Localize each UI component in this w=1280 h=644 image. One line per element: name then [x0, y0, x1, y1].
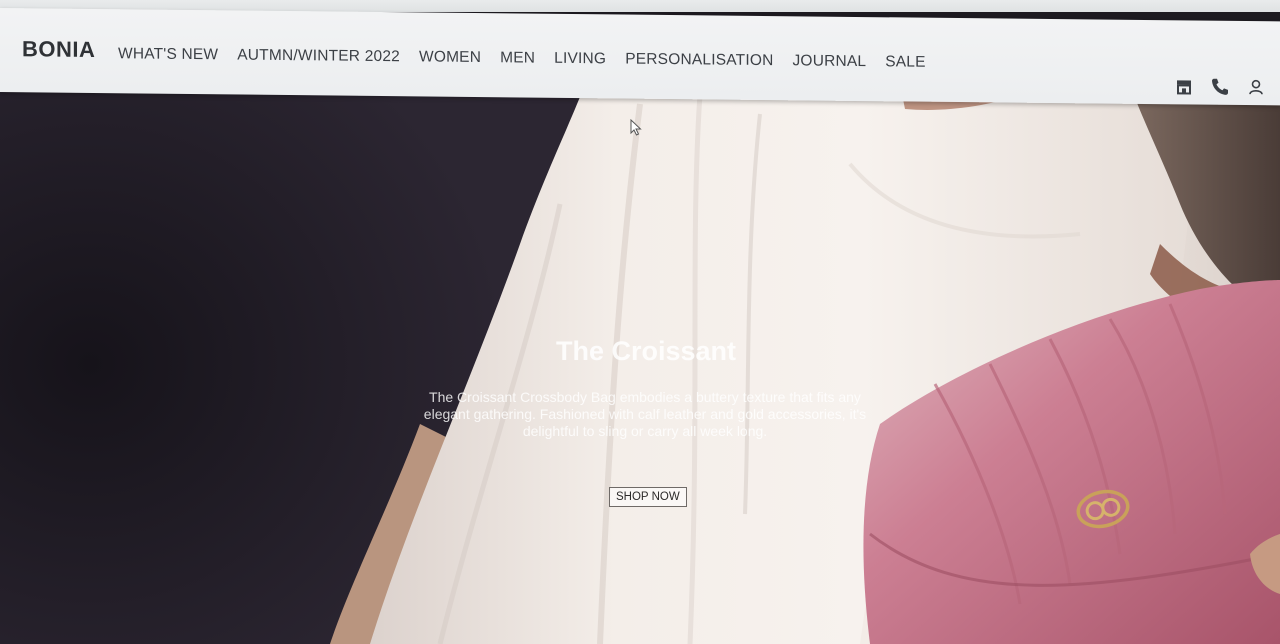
- hero-title: The Croissant: [555, 336, 737, 366]
- mouse-pointer-icon: [630, 118, 642, 142]
- main-nav: WHAT'S NEW AUTMN/WINTER 2022 WOMEN MEN L…: [118, 45, 926, 71]
- site-header: BONIA WHAT'S NEW AUTMN/WINTER 2022 WOMEN…: [0, 8, 1280, 106]
- phone-icon[interactable]: [1210, 77, 1230, 97]
- nav-item-whats-new[interactable]: WHAT'S NEW: [118, 45, 218, 64]
- nav-item-journal[interactable]: JOURNAL: [792, 52, 866, 71]
- brand-logo[interactable]: BONIA: [22, 36, 95, 63]
- header-icons: [1174, 76, 1266, 97]
- nav-item-women[interactable]: WOMEN: [419, 48, 481, 67]
- nav-item-personalisation[interactable]: PERSONALISATION: [625, 51, 773, 71]
- account-icon[interactable]: [1246, 77, 1266, 97]
- shop-now-button[interactable]: SHOP NOW: [609, 487, 687, 507]
- store-icon[interactable]: [1174, 76, 1194, 96]
- nav-item-autumn-winter-2022[interactable]: AUTMN/WINTER 2022: [237, 46, 400, 66]
- nav-item-sale[interactable]: SALE: [885, 53, 925, 71]
- page: BONIA WHAT'S NEW AUTMN/WINTER 2022 WOMEN…: [0, 0, 1280, 644]
- nav-item-living[interactable]: LIVING: [554, 50, 606, 69]
- hero-banner: The Croissant The Croissant Crossbody Ba…: [0, 84, 1280, 644]
- nav-item-men[interactable]: MEN: [500, 49, 535, 67]
- hero-description: The Croissant Crossbody Bag embodies a b…: [423, 389, 867, 439]
